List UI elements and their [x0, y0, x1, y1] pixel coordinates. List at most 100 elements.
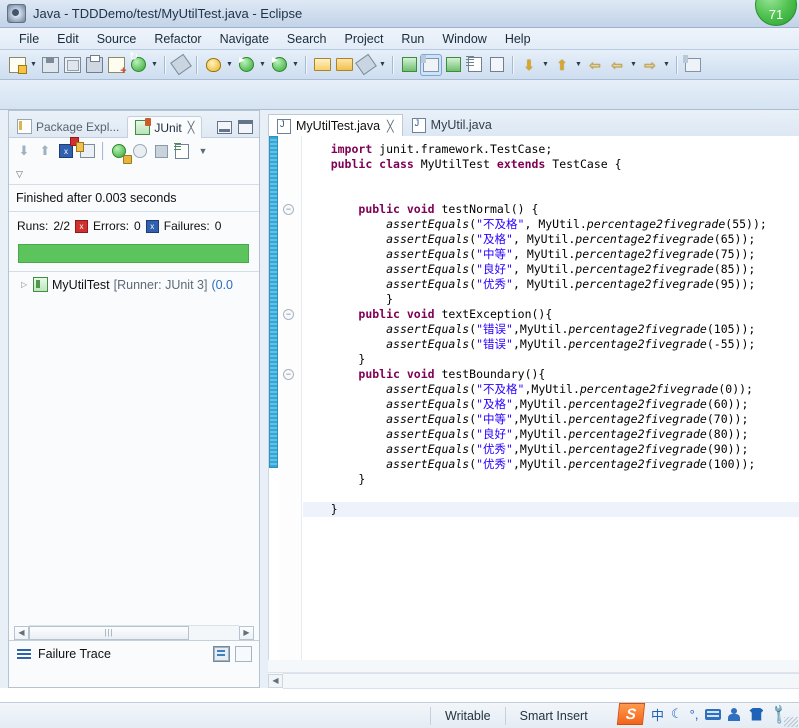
code-token: (105));	[707, 322, 755, 336]
scroll-right-icon[interactable]: ▶	[239, 626, 254, 640]
chevron-down-icon[interactable]: ▼	[28, 54, 39, 76]
next-failure-icon[interactable]: ⬇	[14, 141, 34, 161]
minimize-view-icon[interactable]	[217, 121, 232, 134]
code-token: assertEquals	[386, 217, 469, 231]
code-token: percentage2fivegrade	[575, 247, 713, 261]
previous-annotation-button[interactable]: ⬆	[551, 54, 573, 76]
list-item[interactable]: ▷ MyUtilTest [Runner: JUnit 3] (0.0	[9, 272, 259, 297]
code-editor[interactable]: − − − import junit.framework.TestCase; pub…	[268, 136, 799, 660]
save-all-button[interactable]	[61, 54, 83, 76]
close-icon[interactable]: ╳	[387, 120, 394, 133]
menu-refactor[interactable]: Refactor	[145, 30, 210, 48]
settings-icon[interactable]: 🔧	[767, 702, 791, 726]
chevron-down-icon[interactable]: ▼	[257, 54, 268, 76]
editor-horizontal-scrollbar[interactable]: ◀	[268, 672, 799, 688]
open-perspective-button[interactable]	[682, 54, 704, 76]
code-token: public void	[358, 202, 441, 216]
code-token: "良好"	[476, 262, 513, 276]
fold-collapse-icon[interactable]: −	[283, 369, 294, 380]
chevron-down-icon[interactable]: ▼	[290, 54, 301, 76]
run-coverage-button[interactable]	[268, 54, 290, 76]
back-button[interactable]: ⇦	[584, 54, 606, 76]
open-type-button[interactable]	[311, 54, 333, 76]
editor-tab-myutil[interactable]: MyUtil.java	[403, 113, 501, 136]
chevron-right-icon[interactable]: ▷	[21, 280, 29, 289]
chevron-down-icon[interactable]: ▼	[540, 54, 551, 76]
new-java-package-button[interactable]	[105, 54, 127, 76]
chevron-down-icon[interactable]: ▼	[224, 54, 235, 76]
view-menu-icon[interactable]: ▼	[193, 141, 213, 161]
chevron-down-icon[interactable]: ▼	[573, 54, 584, 76]
chevron-down-icon[interactable]: ▼	[377, 54, 388, 76]
show-failures-only-icon[interactable]: x	[56, 141, 76, 161]
next-annotation-button[interactable]: ⬇	[518, 54, 540, 76]
menu-window[interactable]: Window	[433, 30, 495, 48]
previous-failure-icon[interactable]: ⬆	[35, 141, 55, 161]
junit-results-tree[interactable]: ▷ MyUtilTest [Runner: JUnit 3] (0.0	[9, 271, 259, 448]
chevron-down-icon[interactable]: ▼	[149, 54, 160, 76]
view-tab-junit[interactable]: JUnit ╳	[127, 116, 202, 138]
moon-icon[interactable]: ☾	[671, 706, 683, 722]
test-run-history-icon[interactable]	[172, 141, 192, 161]
refresh-button[interactable]	[127, 54, 149, 76]
eclipse-icon	[7, 4, 26, 23]
filter-stack-trace-icon[interactable]	[235, 646, 252, 662]
menu-navigate[interactable]: Navigate	[211, 30, 278, 48]
sogou-logo-icon[interactable]: S	[617, 703, 645, 725]
stop-icon[interactable]	[151, 141, 171, 161]
punctuation-icon[interactable]: °,	[690, 707, 699, 722]
debug-button[interactable]	[202, 54, 224, 76]
open-task-button[interactable]	[333, 54, 355, 76]
save-button[interactable]	[39, 54, 61, 76]
menu-edit[interactable]: Edit	[48, 30, 88, 48]
show-outline-button[interactable]	[464, 54, 486, 76]
ime-mode-toggle[interactable]: 中	[651, 705, 664, 724]
menu-help[interactable]: Help	[496, 30, 540, 48]
toggle-breakpoint-button[interactable]	[170, 54, 192, 76]
editor-gutter[interactable]: − − −	[279, 136, 302, 660]
rerun-test-icon[interactable]	[109, 141, 129, 161]
scroll-left-icon[interactable]: ◀	[268, 674, 283, 688]
skin-icon[interactable]	[749, 708, 763, 721]
source-code[interactable]: import junit.framework.TestCase; public …	[303, 136, 799, 660]
forward-button[interactable]: ⇦	[606, 54, 628, 76]
scrollbar-track[interactable]	[283, 673, 799, 689]
toggle-mark-occurrences-button[interactable]	[486, 54, 508, 76]
new-annotation-button[interactable]	[355, 54, 377, 76]
new-wizard-button[interactable]	[6, 54, 28, 76]
fold-collapse-icon[interactable]: −	[283, 204, 294, 215]
compare-results-icon[interactable]	[213, 646, 230, 662]
menu-source[interactable]: Source	[88, 30, 146, 48]
junit-horizontal-scrollbar[interactable]: ◀ ||| ▶	[14, 625, 254, 640]
external-tools-button[interactable]	[442, 54, 464, 76]
scroll-lock-icon[interactable]	[77, 141, 97, 161]
view-tab-package-explorer[interactable]: Package Expl...	[9, 115, 127, 137]
search-button[interactable]	[398, 54, 420, 76]
scrollbar-track[interactable]: |||	[29, 625, 239, 641]
run-button[interactable]	[235, 54, 257, 76]
user-icon[interactable]	[728, 708, 742, 721]
menu-search[interactable]: Search	[278, 30, 336, 48]
editor-vertical-scrollbar[interactable]	[269, 136, 278, 468]
java-perspective-button[interactable]	[420, 54, 442, 76]
scroll-left-icon[interactable]: ◀	[14, 626, 29, 640]
editor-tab-myutiltest[interactable]: MyUtilTest.java ╳	[268, 114, 403, 137]
menu-run[interactable]: Run	[392, 30, 433, 48]
indent	[303, 337, 386, 351]
menu-bar: FileEditSourceRefactorNavigateSearchProj…	[0, 28, 799, 50]
menu-file[interactable]: File	[10, 30, 48, 48]
status-badge[interactable]: 71	[755, 0, 797, 26]
last-edit-location-button[interactable]: ⇨	[639, 54, 661, 76]
chevron-down-icon[interactable]: ▼	[628, 54, 639, 76]
print-button[interactable]	[83, 54, 105, 76]
chevron-down-icon[interactable]: ▼	[661, 54, 672, 76]
menu-project[interactable]: Project	[336, 30, 393, 48]
soft-keyboard-icon[interactable]	[705, 709, 721, 720]
rerun-failed-tests-icon[interactable]	[130, 141, 150, 161]
maximize-view-icon[interactable]	[238, 120, 253, 134]
chevron-down-icon[interactable]: ▽	[16, 169, 23, 180]
scrollbar-thumb[interactable]: |||	[29, 626, 189, 640]
persp2-icon	[685, 58, 701, 72]
close-icon[interactable]: ╳	[188, 121, 195, 134]
fold-collapse-icon[interactable]: −	[283, 309, 294, 320]
